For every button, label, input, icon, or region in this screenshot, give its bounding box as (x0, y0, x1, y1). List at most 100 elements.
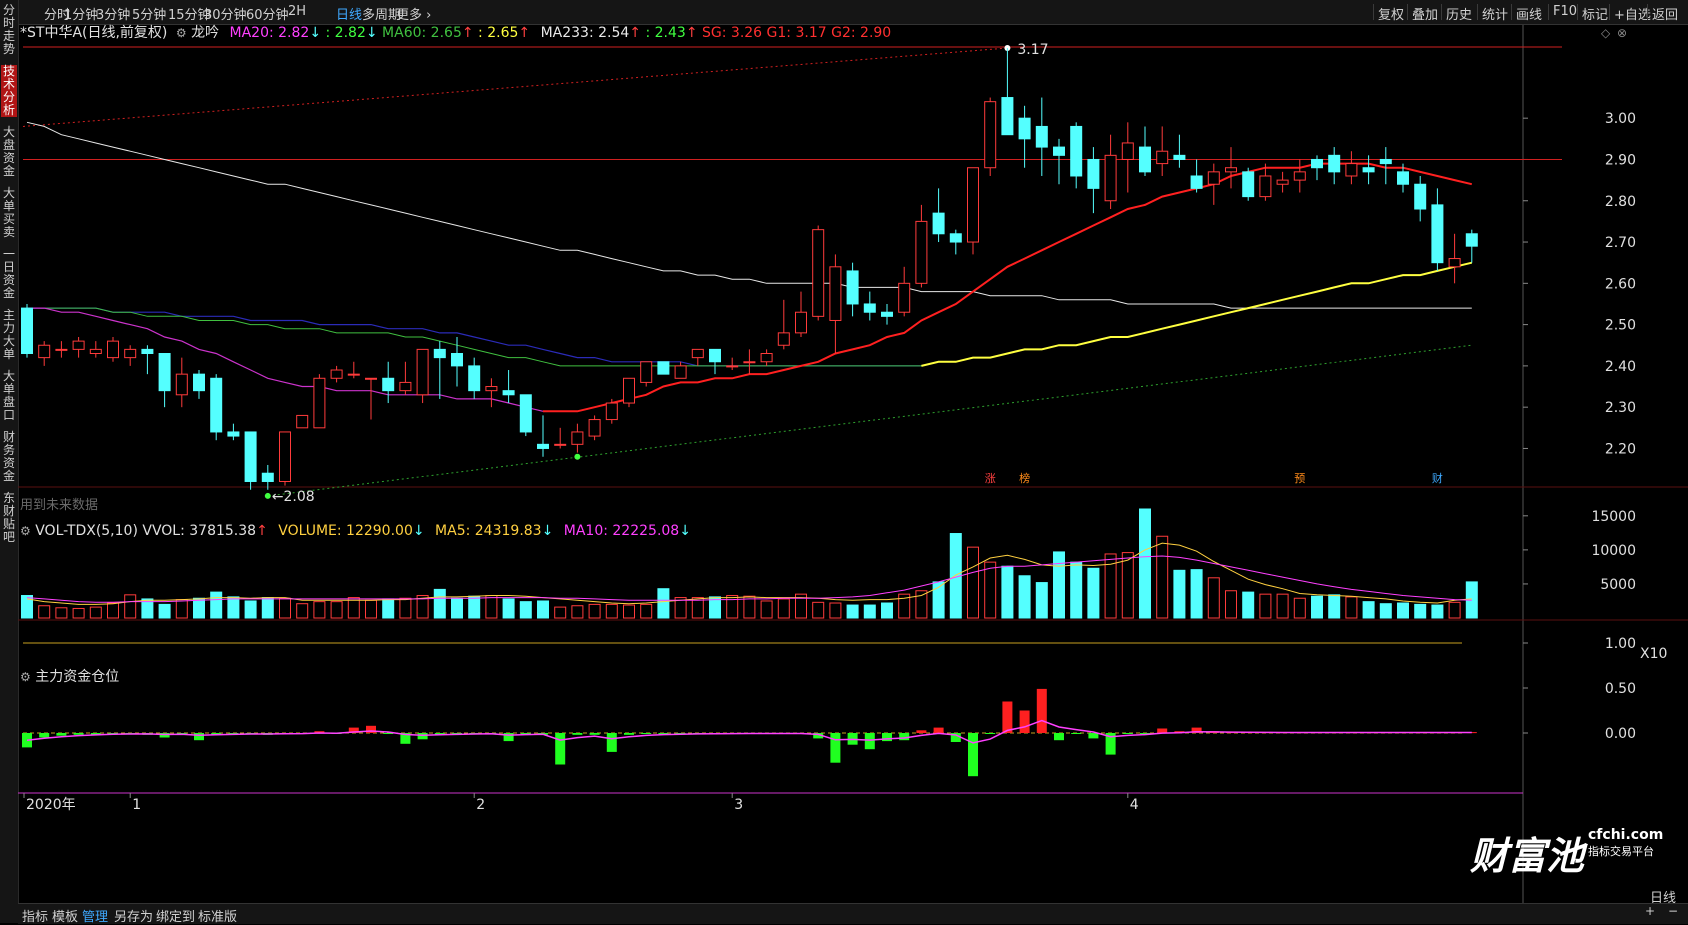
volume-bar (279, 597, 291, 619)
support-trendline (267, 344, 1472, 497)
candle-body (1053, 146, 1065, 156)
event-mark[interactable]: 预 (1294, 472, 1305, 485)
candle-body (21, 307, 33, 355)
volume-bar (537, 600, 549, 619)
candle-body (571, 431, 584, 445)
fund-bar (417, 733, 428, 740)
candle-body (1207, 171, 1220, 185)
candle-body (347, 373, 360, 376)
candle-body (812, 229, 825, 317)
volume-bar (1156, 535, 1169, 619)
candle-body (468, 365, 481, 392)
up-arrow-icon: ↑ (685, 25, 698, 41)
volume-bar (1397, 602, 1409, 619)
volume-bar (55, 607, 68, 619)
price-tick-label: 2.40 (1605, 359, 1636, 375)
watermark-site: cfchi.com (1588, 827, 1664, 843)
event-mark[interactable]: 财 (1432, 471, 1443, 485)
volume-bar (554, 606, 567, 619)
fund-gear-icon[interactable]: ⚙ (20, 670, 31, 684)
candle-body (1121, 142, 1134, 160)
candle-body (554, 443, 567, 446)
bottom-tab[interactable]: 绑定到 (156, 906, 195, 925)
candle-body (1448, 258, 1461, 268)
candle-body (1035, 125, 1048, 148)
candle-body (519, 394, 532, 433)
fund-info-line: ⚙ 主力资金仓位 (20, 666, 119, 686)
fund-tick-label: 1.00 (1605, 636, 1636, 652)
zoom-in-icon[interactable]: + (1645, 904, 1655, 918)
candle-body (657, 361, 670, 375)
volume-bar (519, 601, 532, 619)
bottom-tab[interactable]: 管理 (82, 906, 108, 925)
signal-dot (574, 453, 581, 460)
volume-gear-icon[interactable]: ⚙ (20, 524, 31, 538)
candle-body (1190, 175, 1203, 189)
event-mark[interactable]: 榜 (1019, 471, 1030, 485)
volume-bar (38, 605, 51, 619)
candle-body (829, 266, 842, 321)
price-tick-label: 2.30 (1605, 400, 1636, 416)
volume-value: VOLUME: 12290.00 (278, 523, 413, 539)
volume-tick-label: 5000 (1600, 577, 1636, 593)
fund-bar (1036, 688, 1047, 733)
zoom-out-icon[interactable]: − (1668, 904, 1678, 918)
volume-bar (107, 602, 119, 619)
volume-bar (313, 601, 326, 619)
candle-body (846, 270, 859, 305)
volume-ma10-line (26, 555, 1472, 603)
fund-bar (968, 733, 978, 777)
volume-bar (1259, 593, 1272, 619)
event-mark[interactable]: 涨 (985, 472, 996, 485)
volume-bar (1018, 575, 1031, 619)
candle-body (984, 101, 997, 169)
candle-body (244, 431, 257, 482)
watermark: 财富池 cfchi.com 指标交易平台 (1470, 825, 1663, 880)
candle-body (1465, 233, 1478, 247)
candle-body (107, 340, 119, 359)
bottom-tab[interactable]: 另存为 (114, 906, 153, 925)
volume-bar (726, 595, 739, 619)
fund-bar (641, 733, 652, 734)
ma60-value: MA60: 2.65 (382, 25, 462, 41)
x-tick-label: 2 (476, 797, 485, 813)
volume-bar (1053, 551, 1065, 619)
volume-bar (89, 606, 102, 619)
kline-chart: 3.00 2.90 2.80 2.70 2.60 2.50 2.40 2.30 2.20 3.1… (18, 25, 1688, 903)
g2-value: G2: 2.90 (831, 25, 892, 41)
volume-bar (915, 590, 928, 619)
volume-bar (451, 597, 463, 619)
candle-body (691, 348, 704, 359)
ma60-yellow-line (921, 261, 1473, 367)
fund-bar (933, 727, 944, 733)
bottom-tab[interactable]: 指标 (22, 906, 48, 925)
close-panel-icon[interactable]: ⊗ (1617, 26, 1627, 40)
indicator-name[interactable]: 龙吟 (191, 25, 219, 41)
fund-bar (1088, 733, 1099, 739)
candle-body (640, 361, 653, 383)
price-tick-label: 2.60 (1605, 276, 1636, 292)
stock-name[interactable]: *ST中华A (20, 25, 82, 41)
price-tick-label: 2.70 (1605, 235, 1636, 251)
volume-bar (433, 588, 446, 619)
price-tick-label: 3.00 (1605, 111, 1636, 127)
fund-bar (56, 733, 67, 736)
collapse-icon[interactable]: ◇ (1601, 26, 1610, 40)
bottom-tab[interactable]: 模板 (52, 906, 78, 925)
volume-bar (158, 603, 171, 619)
fund-title[interactable]: 主力资金仓位 (35, 669, 119, 685)
candle-body (1001, 97, 1014, 136)
up-arrow-icon: ↑ (629, 25, 642, 41)
candle-body (1431, 204, 1444, 264)
indicator-gear-icon[interactable]: ⚙ (176, 26, 187, 40)
fund-bar (194, 733, 204, 741)
candle-body (1070, 125, 1083, 177)
volume-bar (1035, 582, 1048, 619)
volume-bar (1121, 552, 1134, 619)
candle-body (1156, 150, 1169, 165)
fund-bar (555, 733, 566, 765)
candle-body (726, 365, 739, 368)
bottom-tab[interactable]: 标准版 (198, 906, 237, 925)
volume-ma5-line (26, 542, 1472, 605)
vol-title[interactable]: VOL-TDX(5,10) (35, 523, 138, 539)
